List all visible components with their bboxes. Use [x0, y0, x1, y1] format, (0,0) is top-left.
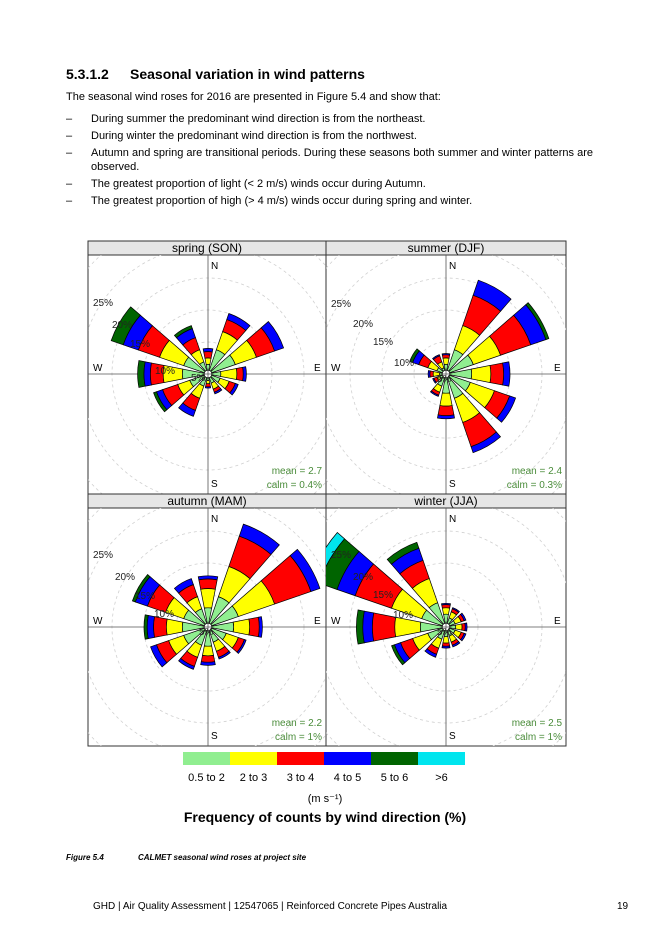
- compass-south-label: S: [211, 479, 218, 490]
- compass-east-label: E: [314, 616, 321, 627]
- compass-south-label: S: [211, 731, 218, 742]
- ring-label: 10%: [155, 366, 175, 377]
- mean-wind-speed: mean = 2.7: [272, 466, 323, 477]
- rose-petal-segment: [203, 351, 213, 359]
- legend-bin-label: 2 to 3: [240, 772, 268, 784]
- figure-caption: Figure 5.4 CALMET seasonal wind roses at …: [66, 853, 306, 862]
- calm-percentage: calm = 1%: [515, 732, 562, 743]
- compass-east-label: E: [554, 616, 561, 627]
- mean-wind-speed: mean = 2.2: [272, 718, 323, 729]
- rose-petal-segment: [489, 362, 504, 386]
- ring-label: 15%: [130, 339, 150, 350]
- rose-petal-segment: [166, 618, 184, 636]
- mean-wind-speed: mean = 2.5: [512, 718, 563, 729]
- rose-petal-segment: [437, 405, 455, 416]
- compass-west-label: W: [93, 616, 103, 627]
- legend-swatch: [183, 752, 230, 765]
- wind-rose-figure: spring (SON)5%10%15%20%25%NSW Emean = 2.7…: [87, 240, 567, 825]
- rose-petal-segment: [200, 654, 216, 663]
- speed-legend: 0.5 to 2 2 to 3 3 to 4 4 to 5 5 to 6 >6 (m s⁻¹…: [183, 752, 466, 825]
- legend-swatch: [418, 752, 465, 765]
- ring-label: 5%: [191, 373, 206, 384]
- legend-bin-label: 5 to 6: [381, 772, 409, 784]
- ring-label: 5%: [437, 627, 452, 638]
- wind-rose-panel: winter (JJA) 5% 10%15%20%25% N S W Emean = 2.5…: [325, 493, 567, 747]
- rose-petal-segment: [439, 392, 453, 407]
- calm-percentage: calm = 1%: [275, 732, 322, 743]
- rose-petal-segment: [235, 366, 244, 382]
- ring-label: 10%: [393, 610, 413, 621]
- ring-label: 25%: [331, 299, 351, 310]
- legend-swatch: [230, 752, 277, 765]
- calm-percentage: calm = 0.3%: [507, 480, 562, 491]
- legend-bin-label: 4 to 5: [334, 772, 362, 784]
- legend-swatch: [324, 752, 371, 765]
- ring-label: 5%: [437, 374, 452, 385]
- compass-west-label: W: [331, 363, 341, 374]
- wind-rose-panel: spring (SON) 5% 10% 15% 20% 25% N S W Emean = 2.7…: [87, 240, 327, 495]
- panel-title: summer (DJF): [408, 241, 485, 255]
- panel-title: autumn (MAM): [167, 494, 246, 508]
- ring-label: 5%: [199, 627, 214, 638]
- page-footer: GHD | Air Quality Assessment | 12547065 …: [93, 901, 448, 912]
- ring-label: 20%: [353, 319, 373, 330]
- compass-north-label: N: [211, 514, 218, 525]
- rose-petal-segment: [206, 377, 210, 381]
- rose-petal-segment: [232, 618, 250, 636]
- compass-east-label: E: [314, 363, 321, 374]
- mean-wind-speed: mean = 2.4: [512, 466, 563, 477]
- legend-bin-label: 0.5 to 2: [188, 772, 225, 784]
- rose-petal-segment: [204, 357, 212, 365]
- figure-number: Figure 5.4: [66, 853, 104, 862]
- compass-south-label: S: [449, 731, 456, 742]
- compass-south-label: S: [449, 479, 456, 490]
- rose-petal-segment: [205, 379, 211, 384]
- wind-rose-panel: autumn (MAM) 5% 10% 15%20%25% N S W Emean = 2.2…: [87, 493, 327, 747]
- rose-petal-segment: [198, 578, 218, 590]
- ring-label: 25%: [93, 550, 113, 561]
- legend-unit: (m s⁻¹): [308, 793, 343, 805]
- rose-petal-segment: [202, 645, 214, 657]
- rose-petal-segment: [455, 623, 463, 631]
- legend-swatch: [371, 752, 418, 765]
- compass-north-label: N: [211, 261, 218, 272]
- compass-west-label: W: [93, 363, 103, 374]
- ring-label: 15%: [135, 591, 155, 602]
- panel-title: winter (JJA): [413, 494, 477, 508]
- legend-title: Frequency of counts by wind direction (%…: [184, 809, 466, 825]
- ring-label: 10%: [154, 609, 174, 620]
- figure-caption-text: CALMET seasonal wind roses at project si…: [138, 853, 307, 862]
- legend-bin-label: >6: [435, 772, 448, 784]
- rose-petal-segment: [442, 357, 450, 365]
- panel-title: spring (SON): [172, 241, 242, 255]
- page-number: 19: [617, 901, 629, 912]
- compass-north-label: N: [449, 514, 456, 525]
- ring-label: 10%: [394, 358, 414, 369]
- ring-label: 20%: [115, 572, 135, 583]
- ring-label: 15%: [373, 337, 393, 348]
- rose-petal-segment: [248, 616, 260, 638]
- legend-bin-label: 3 to 4: [287, 772, 315, 784]
- legend-swatch: [277, 752, 324, 765]
- compass-west-label: W: [331, 616, 341, 627]
- compass-east-label: E: [554, 363, 561, 374]
- calm-percentage: calm = 0.4%: [267, 480, 322, 491]
- compass-north-label: N: [449, 261, 456, 272]
- ring-label: 25%: [93, 298, 113, 309]
- rose-petal-segment: [441, 607, 451, 615]
- ring-label: 20%: [353, 572, 373, 583]
- wind-rose-panel: summer (DJF) 5% 10%15%20%25% N S W Emean = 2.4…: [325, 240, 567, 495]
- ring-label: 15%: [373, 590, 393, 601]
- ring-label: 25%: [331, 550, 351, 561]
- ring-label: 20%: [112, 320, 132, 331]
